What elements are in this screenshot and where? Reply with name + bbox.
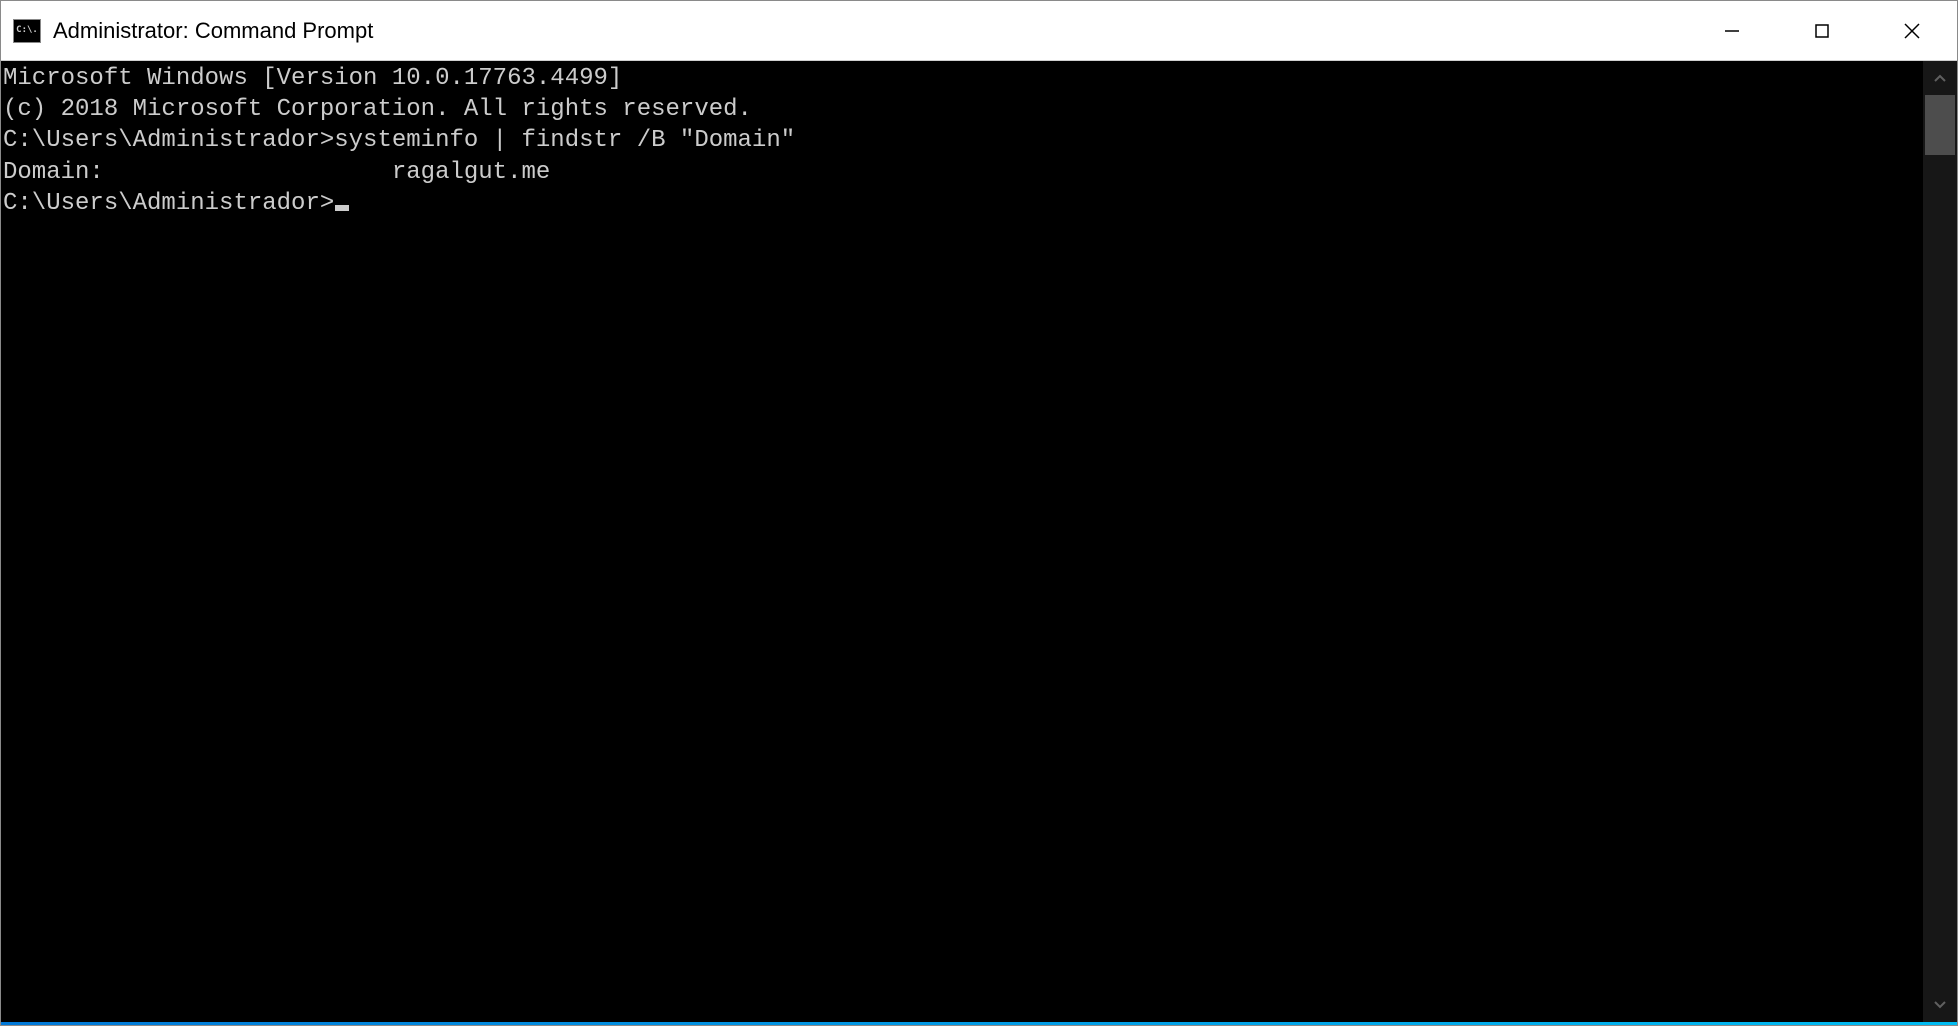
- minimize-icon: [1723, 22, 1741, 40]
- scroll-thumb[interactable]: [1925, 95, 1955, 155]
- terminal-output[interactable]: Microsoft Windows [Version 10.0.17763.44…: [1, 61, 1923, 1022]
- bottom-accent-bar: [1, 1022, 1957, 1025]
- close-button[interactable]: [1867, 1, 1957, 60]
- chevron-down-icon: [1934, 1001, 1946, 1009]
- terminal-prompt: C:\Users\Administrador>: [3, 190, 334, 217]
- vertical-scrollbar[interactable]: [1923, 61, 1957, 1022]
- close-icon: [1902, 21, 1922, 41]
- maximize-icon: [1813, 22, 1831, 40]
- window-title: Administrator: Command Prompt: [53, 18, 373, 44]
- chevron-up-icon: [1934, 74, 1946, 82]
- titlebar[interactable]: C:\. Administrator: Command Prompt: [1, 1, 1957, 61]
- command-prompt-window: C:\. Administrator: Command Prompt: [0, 0, 1958, 1026]
- maximize-button[interactable]: [1777, 1, 1867, 60]
- terminal-line: (c) 2018 Microsoft Corporation. All righ…: [3, 94, 1923, 125]
- terminal-wrapper: Microsoft Windows [Version 10.0.17763.44…: [1, 61, 1957, 1022]
- app-icon-text: C:\.: [16, 26, 38, 35]
- terminal-cursor: [335, 205, 349, 211]
- scroll-down-arrow[interactable]: [1923, 988, 1957, 1022]
- scroll-track[interactable]: [1923, 95, 1957, 988]
- app-icon: C:\.: [13, 19, 41, 43]
- window-controls: [1687, 1, 1957, 60]
- titlebar-left: C:\. Administrator: Command Prompt: [1, 18, 373, 44]
- terminal-line: C:\Users\Administrador>systeminfo | find…: [3, 125, 1923, 156]
- terminal-line: Microsoft Windows [Version 10.0.17763.44…: [3, 63, 1923, 94]
- minimize-button[interactable]: [1687, 1, 1777, 60]
- terminal-line: Domain: ragalgut.me: [3, 157, 1923, 188]
- scroll-up-arrow[interactable]: [1923, 61, 1957, 95]
